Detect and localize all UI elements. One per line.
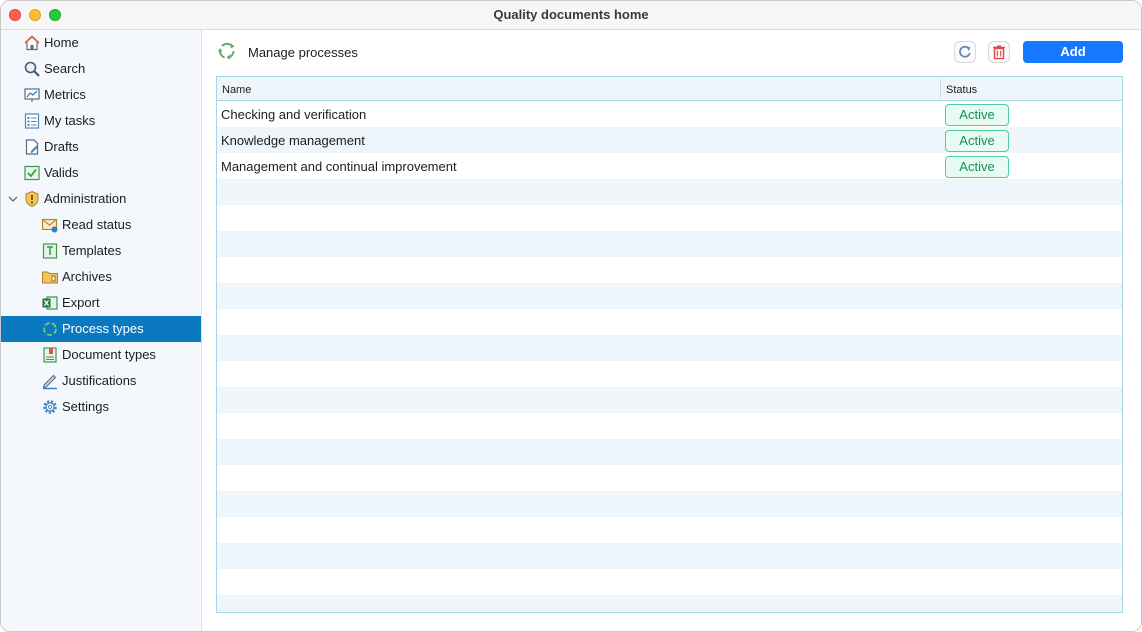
sidebar-item-label: My tasks: [44, 113, 96, 128]
refresh-icon: [959, 45, 971, 58]
sidebar-item-templates[interactable]: Templates: [1, 238, 201, 264]
sidebar-item-process-types[interactable]: Process types: [1, 316, 201, 342]
column-header-name[interactable]: Name: [222, 84, 251, 96]
sidebar-item-label: Export: [62, 295, 100, 310]
status-badge: Active: [945, 130, 1009, 152]
process-name-cell: Checking and verification: [221, 107, 367, 122]
sidebar-item-label: Home: [44, 35, 79, 50]
tasks-icon: [24, 113, 40, 129]
sidebar-item-metrics[interactable]: Metrics: [1, 82, 201, 108]
sidebar-item-label: Read status: [62, 217, 132, 232]
read-status-icon: [41, 218, 58, 233]
column-divider[interactable]: [1122, 79, 1123, 99]
home-icon: [24, 35, 40, 51]
sidebar-item-label: Justifications: [62, 373, 137, 388]
main-panel: Manage processes Add Name Status Checkin…: [202, 30, 1141, 631]
refresh-button[interactable]: [954, 41, 976, 63]
table-row[interactable]: [217, 205, 1122, 231]
shield-icon: [25, 190, 39, 208]
metrics-icon: [24, 88, 40, 102]
sidebar-item-label: Search: [44, 61, 86, 76]
sidebar-item-valids[interactable]: Valids: [1, 160, 201, 186]
process-name-cell: Management and continual improvement: [221, 159, 457, 174]
templates-icon: [42, 243, 58, 259]
sidebar-item-search[interactable]: Search: [1, 56, 201, 82]
trash-icon: [993, 45, 1005, 60]
sidebar-item-justifications[interactable]: Justifications: [1, 368, 201, 394]
drafts-icon: [25, 139, 39, 155]
sidebar-item-label: Administration: [44, 191, 127, 206]
table-row[interactable]: [217, 413, 1122, 439]
document-types-icon: [43, 347, 57, 363]
sidebar-item-administration[interactable]: Administration: [1, 186, 201, 212]
excel-icon: [42, 296, 58, 310]
sidebar-item-label: Templates: [62, 243, 122, 258]
table-body: Checking and verification Active Knowledge…: [217, 101, 1122, 612]
sidebar-item-label: Process types: [62, 321, 144, 336]
table-header: Name Status: [217, 77, 1122, 101]
sidebar-item-archives[interactable]: Archives: [1, 264, 201, 290]
pen-icon: [42, 374, 57, 390]
table-row[interactable]: [217, 309, 1122, 335]
archives-icon: [42, 271, 58, 284]
sidebar-item-label: Archives: [62, 269, 112, 284]
table-row[interactable]: [217, 491, 1122, 517]
sidebar-item-read-status[interactable]: Read status: [1, 212, 201, 238]
table-row[interactable]: [217, 465, 1122, 491]
sidebar-item-label: Metrics: [44, 87, 86, 102]
sidebar-item-label: Drafts: [44, 139, 79, 154]
table-row[interactable]: [217, 517, 1122, 543]
sidebar-item-label: Document types: [62, 347, 156, 362]
column-divider[interactable]: [940, 79, 941, 99]
sidebar-item-document-types[interactable]: Document types: [1, 342, 201, 368]
table-row[interactable]: [217, 179, 1122, 205]
table-row[interactable]: [217, 257, 1122, 283]
search-icon: [24, 61, 40, 77]
valids-icon: [24, 165, 40, 181]
sidebar-item-export[interactable]: Export: [1, 290, 201, 316]
status-badge: Active: [945, 156, 1009, 178]
table-row[interactable]: Checking and verification Active: [217, 101, 1122, 127]
sidebar-item-label: Valids: [44, 165, 79, 180]
sidebar: Home Search Metrics My tasks Drafts Vali…: [1, 30, 202, 631]
status-badge: Active: [945, 104, 1009, 126]
sidebar-item-label: Settings: [62, 399, 109, 414]
sidebar-item-my-tasks[interactable]: My tasks: [1, 108, 201, 134]
sidebar-item-home[interactable]: Home: [1, 30, 201, 56]
table-row[interactable]: Management and continual improvement Acti…: [217, 153, 1122, 179]
table-row[interactable]: [217, 569, 1122, 595]
sidebar-item-settings[interactable]: Settings: [1, 394, 201, 420]
table-row[interactable]: Knowledge management Active: [217, 127, 1122, 153]
delete-button[interactable]: [988, 41, 1010, 63]
table-row[interactable]: [217, 387, 1122, 413]
table-row[interactable]: [217, 439, 1122, 465]
add-button[interactable]: Add: [1023, 41, 1123, 63]
page-title: Manage processes: [248, 45, 358, 60]
recycle-icon: [218, 42, 235, 60]
title-bar: Quality documents home: [1, 1, 1141, 30]
table-row[interactable]: [217, 335, 1122, 361]
table-row[interactable]: [217, 543, 1122, 569]
chevron-down-icon[interactable]: [7, 193, 19, 205]
process-table: Name Status Checking and verification Act…: [216, 76, 1123, 613]
table-row[interactable]: [217, 595, 1122, 612]
table-row[interactable]: [217, 231, 1122, 257]
gear-icon: [43, 400, 57, 414]
app-window: Quality documents home Home Search Metri…: [0, 0, 1142, 632]
sidebar-item-drafts[interactable]: Drafts: [1, 134, 201, 160]
process-name-cell: Knowledge management: [221, 133, 365, 148]
table-row[interactable]: [217, 361, 1122, 387]
window-title: Quality documents home: [493, 7, 649, 22]
column-header-status[interactable]: Status: [946, 84, 977, 96]
table-row[interactable]: [217, 283, 1122, 309]
process-icon: [43, 322, 57, 336]
